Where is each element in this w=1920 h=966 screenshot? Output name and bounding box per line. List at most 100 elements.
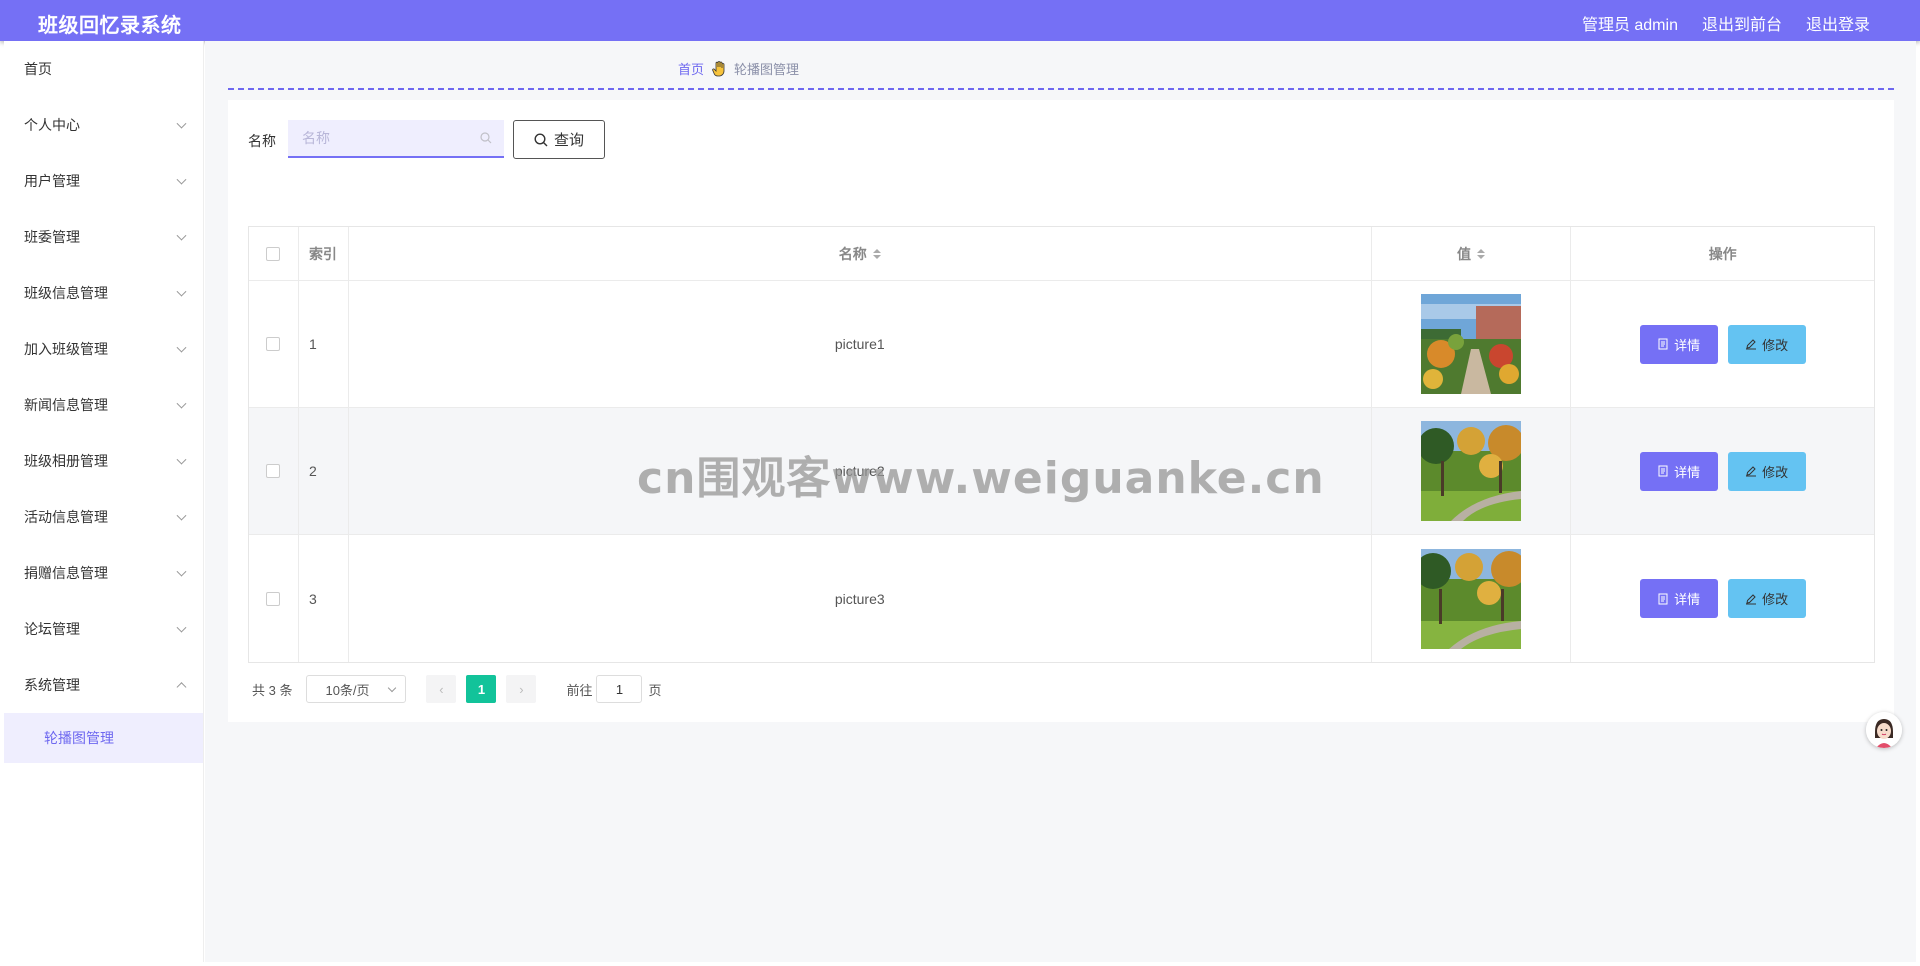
header-name[interactable]: 名称 [349,227,1372,280]
edit-button[interactable]: 修改 [1727,451,1806,491]
sidebar-item-class-info[interactable]: 班级信息管理 [4,265,203,321]
row-checkbox-cell [249,408,299,534]
select-all-checkbox[interactable] [266,246,281,261]
row-actions: 详情 修改 [1571,535,1874,662]
sidebar-item-home[interactable]: 首页 [4,41,203,97]
table-row: 3 picture3 详情 修改 [249,535,1874,662]
goto-label: 前往 [566,682,593,698]
chevron-down-icon [176,286,187,297]
total-count: 共 3 条 [252,682,293,698]
campus-photo-2[interactable] [1421,421,1521,521]
document-icon [1658,338,1668,350]
row-name: picture1 [349,281,1372,407]
row-checkbox-cell [249,281,299,407]
document-icon [1658,465,1668,477]
edit-button-label: 修改 [1762,464,1789,480]
detail-button[interactable]: 详情 [1639,579,1718,618]
row-index-value: 1 [308,336,317,352]
row-checkbox[interactable] [266,337,281,351]
sort-icon[interactable] [872,248,881,259]
divider [228,88,1894,90]
header-actions-label: 操作 [1708,245,1737,262]
breadcrumb-home[interactable]: 首页 [678,59,704,78]
chevron-down-icon [176,230,187,241]
header-index-label: 索引 [308,245,337,262]
table-header-row: 索引 名称 值 操作 [249,227,1874,281]
search-label: 名称 [248,133,276,149]
sidebar-item-users[interactable]: 用户管理 [4,153,203,209]
row-name-value: picture2 [834,463,885,479]
page-number-active[interactable]: 1 [466,675,497,703]
chevron-down-icon [388,683,397,693]
breadcrumb-current: 轮播图管理 [734,62,800,77]
next-page-button[interactable]: › [506,675,537,703]
row-value [1372,535,1572,662]
row-name-value: picture3 [834,590,885,607]
table-row: 2 picture2 详情 修改 [249,408,1874,535]
search-icon [534,132,548,146]
sidebar-subitem-label: 轮播图管理 [44,730,114,746]
goto-page-input[interactable]: 1 [596,675,643,703]
header-checkbox-cell [249,227,299,280]
sidebar-item-profile[interactable]: 个人中心 [4,97,203,153]
row-index: 3 [299,535,349,662]
sidebar-item-label: 班委管理 [24,229,80,245]
hand-icon [712,60,726,77]
prev-page-button[interactable]: ‹ [426,675,457,703]
query-button-label: 查询 [553,132,584,149]
front-link[interactable]: 退出到前台 [1702,11,1782,35]
sort-icon[interactable] [1477,248,1485,259]
main-content: 首页 轮播图管理 名称 查询 [205,41,1916,962]
sidebar-item-label: 首页 [24,61,52,77]
chevron-down-icon [176,566,187,577]
edit-icon [1746,339,1757,350]
row-checkbox[interactable] [266,464,281,478]
chevron-down-icon [176,118,187,129]
sidebar-item-join-class[interactable]: 加入班级管理 [4,321,203,377]
sidebar: 首页 个人中心 用户管理 班委管理 班级信息管理 加入班级管理 新闻信息管理 班… [4,41,204,962]
campus-photo-1[interactable] [1421,294,1521,394]
page-size-select[interactable]: 10条/页 [306,675,407,703]
sidebar-item-album[interactable]: 班级相册管理 [4,433,203,489]
header-index: 索引 [299,227,349,280]
row-checkbox-cell [249,535,299,662]
header-value[interactable]: 值 [1372,227,1572,280]
sidebar-item-activity[interactable]: 活动信息管理 [4,489,203,545]
row-actions: 详情 修改 [1571,281,1874,407]
search-input[interactable] [288,120,468,156]
chevron-up-icon [176,682,187,693]
detail-button[interactable]: 详情 [1639,451,1718,491]
user-label: 管理员 admin [1581,17,1678,34]
campus-photo-3[interactable] [1421,548,1521,649]
table-row: 1 picture1 详情 修改 [249,281,1874,408]
edit-icon [1746,466,1757,477]
chevron-down-icon [176,342,187,353]
content-card: 名称 查询 索引 名称 [228,100,1894,722]
sidebar-item-label: 系统管理 [24,677,80,693]
logout-link[interactable]: 退出登录 [1806,11,1870,35]
row-value [1372,408,1572,534]
assistant-avatar-icon[interactable] [1866,712,1902,748]
page-size-value: 10条/页 [325,682,370,698]
detail-button[interactable]: 详情 [1639,324,1718,364]
row-name: picture3 [349,535,1372,662]
sidebar-item-label: 新闻信息管理 [24,397,108,413]
chevron-down-icon [176,622,187,633]
top-header: 班级回忆录系统 管理员 admin 退出到前台 退出登录 [0,0,1920,41]
sidebar-item-system[interactable]: 系统管理 [4,657,203,713]
sidebar-subitem-carousel[interactable]: 轮播图管理 [4,713,203,763]
sidebar-item-forum[interactable]: 论坛管理 [4,601,203,657]
header-value-label: 值 [1457,245,1471,262]
chevron-down-icon [176,454,187,465]
row-checkbox[interactable] [266,591,281,606]
sidebar-item-news[interactable]: 新闻信息管理 [4,377,203,433]
search-field[interactable] [288,120,504,158]
edit-button[interactable]: 修改 [1727,579,1806,618]
row-index: 1 [299,281,349,407]
query-button[interactable]: 查询 [513,120,605,159]
chevron-down-icon [176,398,187,409]
sidebar-item-donation[interactable]: 捐赠信息管理 [4,545,203,601]
edit-button[interactable]: 修改 [1727,324,1806,364]
sidebar-item-committee[interactable]: 班委管理 [4,209,203,265]
search-icon [480,132,492,144]
